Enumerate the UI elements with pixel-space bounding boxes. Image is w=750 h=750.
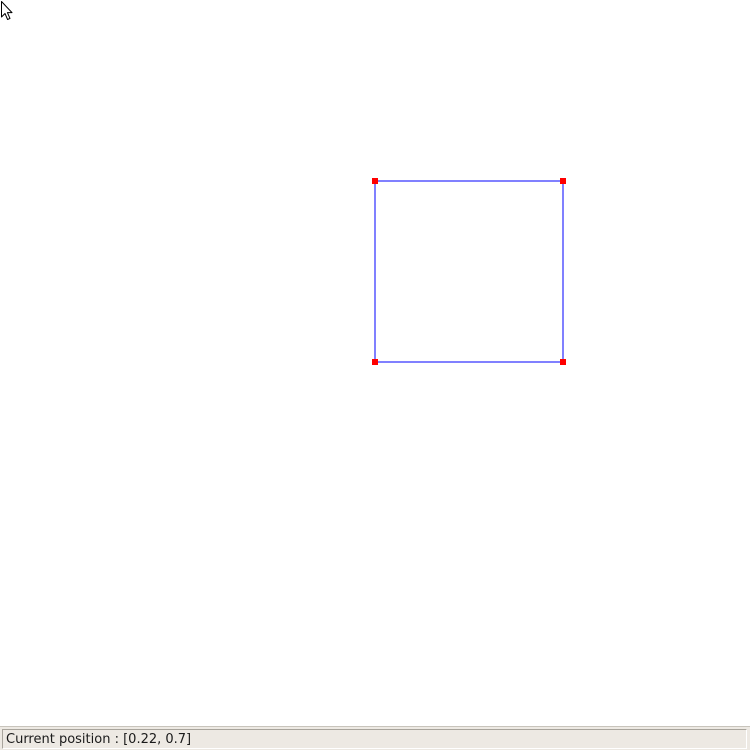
arrow-pointer-icon (1, 1, 13, 20)
selected-rectangle-shape[interactable] (374, 180, 564, 363)
drawing-window: Current position : [0.22, 0.7] (0, 0, 750, 750)
resize-handle-bottom-right[interactable] (560, 359, 566, 365)
status-field: Current position : [0.22, 0.7] (2, 729, 747, 749)
status-bar: Current position : [0.22, 0.7] (0, 726, 750, 750)
canvas-svg[interactable] (0, 0, 750, 726)
resize-handle-bottom-left[interactable] (372, 359, 378, 365)
drawing-canvas[interactable] (0, 0, 750, 726)
resize-handle-top-left[interactable] (372, 178, 378, 184)
resize-handle-top-right[interactable] (560, 178, 566, 184)
current-position-text: Current position : [0.22, 0.7] (6, 732, 192, 747)
